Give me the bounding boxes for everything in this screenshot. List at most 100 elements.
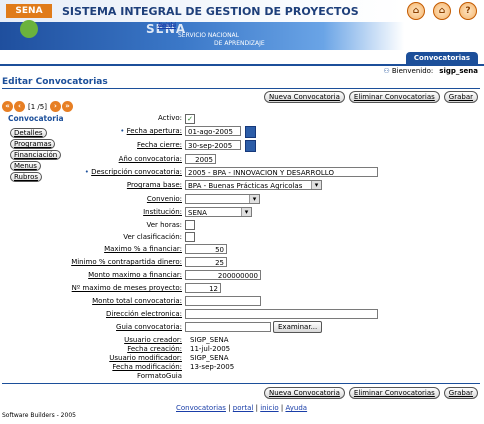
convenio-label: Convenio: <box>147 195 182 203</box>
brand-subtitle-2: DE APRENDIZAJE <box>214 40 265 47</box>
new-convocatoria-button[interactable]: Nueva Convocatoria <box>263 91 345 103</box>
top-action-bar: Nueva Convocatoria Eliminar Convocatoria… <box>263 91 478 103</box>
footer-link-portal[interactable]: portal <box>233 404 254 412</box>
activo-checkbox[interactable]: ✓ <box>185 114 195 124</box>
direccion-label: Dirección electronica: <box>106 310 182 318</box>
monto-max-field[interactable]: 200000000 <box>185 270 261 280</box>
home-link[interactable]: ⌂ inicio <box>160 2 452 29</box>
welcome-line: ⚇ Bienvenido: sigp_sena <box>383 67 478 75</box>
max-pct-label: Maximo % a financiar: <box>104 245 182 253</box>
last-record-icon[interactable]: » <box>61 101 73 112</box>
brand-subtitle-1: SERVICIO NACIONAL <box>178 32 240 39</box>
descripcion-field[interactable]: 2005 - BPA - INNOVACION Y DESARROLLO <box>185 167 378 177</box>
sidebar-item-financiacion[interactable]: Financiación <box>10 150 62 160</box>
welcome-label: Bienvenido: <box>391 67 434 75</box>
usuario-modificador-label: Usuario modificador: <box>109 354 182 362</box>
record-pager: « ‹ [1 /5] › » <box>2 101 73 112</box>
first-record-icon[interactable]: « <box>2 101 13 112</box>
institucion-select[interactable]: SENA <box>185 207 252 217</box>
save-button[interactable]: Grabar <box>443 91 478 103</box>
delete-convocatorias-button[interactable]: Eliminar Convocatorias <box>348 387 440 399</box>
footer-link-convocatorias[interactable]: Convocatorias <box>176 404 226 412</box>
sidebar-item-detalles[interactable]: Detalles <box>10 128 47 138</box>
fecha-creacion-label: Fecha creación: <box>127 345 182 353</box>
fecha-creacion-value: 11-jul-2005 <box>190 345 231 353</box>
logo-mark-icon <box>20 20 38 38</box>
sena-logo: SENA <box>6 4 52 44</box>
footer-link-inicio[interactable]: inicio <box>260 404 278 412</box>
usuario-creador-label-text: Usuario creador: <box>124 336 182 344</box>
convenio-select[interactable] <box>185 194 260 204</box>
calendar-icon[interactable] <box>245 140 256 152</box>
sidebar-item-rubros[interactable]: Rubros <box>10 172 43 182</box>
monto-max-label: Monto maximo a financiar: <box>88 271 182 279</box>
sidebar-item-menus[interactable]: Menus <box>10 161 41 171</box>
meses-label-text: Nº maximo de meses proyecto: <box>71 284 182 292</box>
tab-convocatorias[interactable]: Convocatorias <box>405 52 478 64</box>
sidebar-item-programas[interactable]: Programas <box>10 139 56 149</box>
programa-label: Programa base: <box>127 181 182 189</box>
convenio-label-text: Convenio: <box>146 195 182 203</box>
footer-link-ayuda[interactable]: Ayuda <box>285 404 307 412</box>
programa-select[interactable]: BPA - Buenas Prácticas Agricolas <box>185 180 322 190</box>
footer-separator: | <box>228 404 231 412</box>
title-divider <box>2 88 480 89</box>
fecha-cierre-label: Fecha cierre: <box>137 141 182 149</box>
next-record-icon[interactable]: › <box>49 101 61 112</box>
direccion-field[interactable] <box>185 309 378 319</box>
required-marker: • <box>120 127 125 135</box>
fecha-modificacion-label: Fecha modificación: <box>112 363 182 371</box>
top-icon-links: ⌂ portal ⌂ inicio ? Ayuda <box>157 2 478 29</box>
fecha-modificacion-value: 13-sep-2005 <box>190 363 235 371</box>
logo-text: SENA <box>6 4 52 18</box>
meses-label: Nº maximo de meses proyecto: <box>72 284 182 292</box>
username: sigp_sena <box>439 67 478 75</box>
min-pct-field[interactable]: 25 <box>185 257 227 267</box>
fecha-apertura-label: • Fecha apertura: <box>120 127 182 135</box>
browse-button[interactable]: Examinar... <box>273 321 323 333</box>
prev-record-icon[interactable]: ‹ <box>14 101 25 112</box>
meses-field[interactable]: 12 <box>185 283 221 293</box>
anio-label-text: Año convocatoria: <box>118 155 182 163</box>
fecha-creacion-label-text: Fecha creación: <box>127 345 182 353</box>
usuario-modificador-label-text: Usuario modificador: <box>109 354 182 362</box>
help-link[interactable]: ? Ayuda <box>157 2 478 29</box>
fecha-apertura-label-text: Fecha apertura: <box>126 127 182 135</box>
formato-guia-label: FormatoGuia <box>136 372 182 380</box>
portal-link[interactable]: ⌂ portal <box>158 2 426 29</box>
min-pct-label: Minimo % contrapartida dinero: <box>71 258 182 266</box>
footer-separator: | <box>255 404 258 412</box>
ver-clasificacion-checkbox[interactable] <box>185 232 195 242</box>
max-pct-field[interactable]: 50 <box>185 244 227 254</box>
footer-separator: | <box>280 404 284 412</box>
delete-convocatorias-button[interactable]: Eliminar Convocatorias <box>348 91 440 103</box>
direccion-label-text: Dirección electronica: <box>106 310 182 318</box>
anio-field[interactable]: 2005 <box>185 154 216 164</box>
app-title: SISTEMA INTEGRAL DE GESTION DE PROYECTOS <box>62 5 359 18</box>
min-pct-label-text: Minimo % contrapartida dinero: <box>71 258 182 266</box>
pager-position: [1 /5] <box>28 102 47 111</box>
calendar-icon[interactable] <box>245 126 256 138</box>
save-button[interactable]: Grabar <box>443 387 478 399</box>
ver-clasificacion-label: Ver clasificación: <box>123 233 182 241</box>
fecha-apertura-field[interactable]: 01-ago-2005 <box>185 126 241 136</box>
programa-label-text: Programa base: <box>126 181 182 189</box>
fecha-cierre-field[interactable]: 30-sep-2005 <box>185 140 241 150</box>
guia-file-field[interactable] <box>185 322 271 332</box>
help-link-label: Ayuda <box>157 22 176 29</box>
fecha-modificacion-label-text: Fecha modificación: <box>112 363 182 371</box>
anio-label: Año convocatoria: <box>119 155 182 163</box>
institucion-label-text: Institución: <box>143 208 182 216</box>
monto-total-field[interactable] <box>185 296 261 306</box>
max-pct-label-text: Maximo % a financiar: <box>104 245 182 253</box>
ver-horas-checkbox[interactable] <box>185 220 195 230</box>
new-convocatoria-button[interactable]: Nueva Convocatoria <box>263 387 345 399</box>
header-banner: SENA SISTEMA INTEGRAL DE GESTION DE PROY… <box>0 0 404 50</box>
usuario-creador-value: SIGP_SENA <box>190 336 229 344</box>
fecha-cierre-label-text: Fecha cierre: <box>137 141 182 149</box>
monto-total-label-text: Monto total convocatoria: <box>92 297 182 305</box>
copyright: Software Builders - 2005 <box>2 412 76 419</box>
monto-max-label-text: Monto maximo a financiar: <box>88 271 182 279</box>
bottom-action-bar: Nueva Convocatoria Eliminar Convocatoria… <box>263 387 478 399</box>
institucion-label: Institución: <box>143 208 182 216</box>
